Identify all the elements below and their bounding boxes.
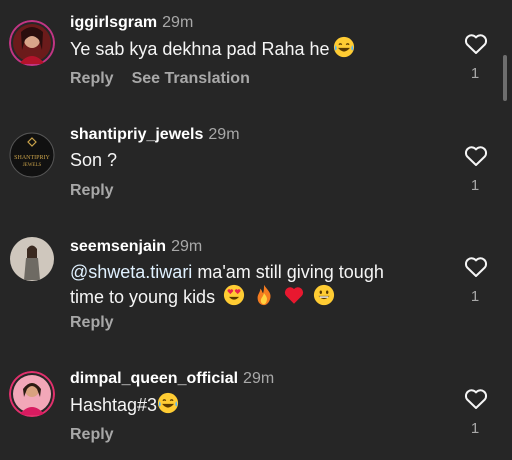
- like-heart-icon[interactable]: [464, 145, 488, 167]
- comment-body: Hashtag#3: [70, 395, 158, 415]
- avatar[interactable]: SHANTIPRIY JEWELS: [9, 132, 55, 178]
- reply-button[interactable]: Reply: [70, 314, 114, 331]
- like-count: 1: [470, 177, 480, 194]
- comment-text: Ye sab kya dekhna pad Raha he: [70, 36, 450, 61]
- like-count: 1: [470, 65, 480, 82]
- comment-text: Son ?: [70, 148, 450, 172]
- username[interactable]: iggirlsgram: [70, 14, 157, 31]
- comment-actions: Reply: [70, 314, 114, 332]
- comment-header: shantipriy_jewels 29m: [70, 126, 240, 144]
- like-heart-icon[interactable]: [464, 388, 488, 410]
- see-translation-button[interactable]: See Translation: [132, 70, 250, 87]
- timestamp: 29m: [171, 238, 203, 255]
- timestamp: 29m: [162, 14, 194, 31]
- avatar-logo-line1: SHANTIPRIY: [14, 155, 50, 161]
- avatar-image: [10, 237, 54, 281]
- comment-text: @shweta.tiwari ma'am still giving tough …: [70, 260, 450, 309]
- like-heart-icon[interactable]: [464, 33, 488, 55]
- face-with-tears-of-joy-icon: [157, 392, 179, 414]
- face-with-tears-of-joy-icon: [333, 36, 355, 58]
- username[interactable]: shantipriy_jewels: [70, 126, 203, 143]
- avatar-image: [9, 20, 55, 66]
- mention-link[interactable]: @shweta.tiwari: [70, 262, 192, 282]
- like-count: 1: [470, 288, 480, 305]
- comment-body-line1: ma'am still giving tough: [192, 262, 384, 282]
- comment-actions: Reply See Translation: [70, 70, 250, 88]
- grinning-face-icon: [313, 284, 335, 306]
- timestamp: 29m: [208, 126, 240, 143]
- comment-body: Ye sab kya dekhna pad Raha he: [70, 39, 330, 59]
- scrollbar[interactable]: [503, 55, 507, 101]
- comment-body: Son ?: [70, 150, 118, 170]
- comment-text: Hashtag#3: [70, 392, 450, 417]
- avatar-logo-line2: JEWELS: [23, 163, 42, 168]
- comment-actions: Reply: [70, 182, 114, 200]
- comment-actions: Reply: [70, 426, 114, 444]
- avatar[interactable]: [9, 236, 55, 282]
- reply-button[interactable]: Reply: [70, 70, 114, 87]
- heart-eyes-icon: [223, 284, 245, 306]
- reply-button[interactable]: Reply: [70, 426, 114, 443]
- username[interactable]: dimpal_queen_official: [70, 370, 238, 387]
- like-heart-icon[interactable]: [464, 256, 488, 278]
- comment-header: seemsenjain 29m: [70, 238, 202, 256]
- reply-button[interactable]: Reply: [70, 182, 114, 199]
- comment-body-line2: time to young kids: [70, 287, 216, 307]
- fire-icon: [253, 284, 275, 306]
- username[interactable]: seemsenjain: [70, 238, 166, 255]
- avatar-image: SHANTIPRIY JEWELS: [9, 132, 55, 178]
- timestamp: 29m: [243, 370, 275, 387]
- avatar[interactable]: [9, 20, 55, 66]
- avatar-image: [9, 371, 55, 417]
- avatar[interactable]: [9, 371, 55, 417]
- like-count: 1: [470, 420, 480, 437]
- red-heart-icon: [283, 284, 305, 306]
- comment-header: iggirlsgram 29m: [70, 14, 193, 32]
- comment-header: dimpal_queen_official 29m: [70, 370, 274, 388]
